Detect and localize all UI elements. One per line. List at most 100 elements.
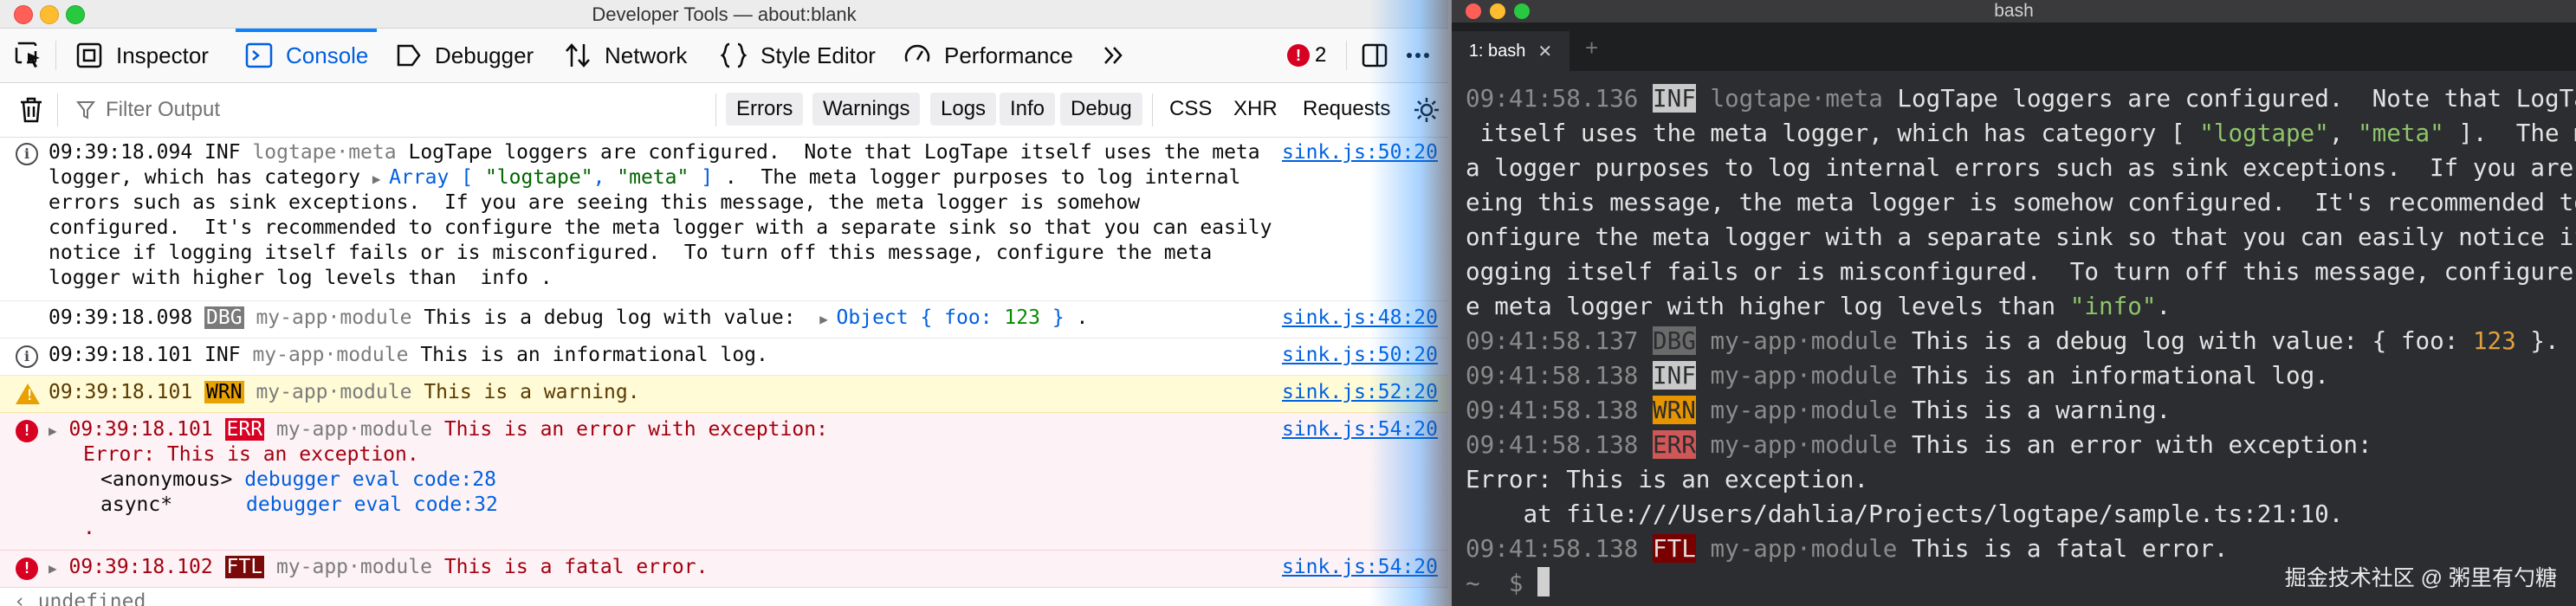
tab-label: Network [605, 42, 688, 68]
terminal-line: 09:41:58.138 INF my-app·module This is a… [1466, 361, 2329, 390]
error-icon: ! [1287, 44, 1310, 67]
stack-end: . [83, 517, 95, 539]
console-message-info: i 09:39:18.094 INF logtape·meta LogTape … [0, 138, 1448, 301]
terminal-tabbar: 1: bash ✕ + [1452, 23, 2576, 71]
watermark: 掘金技术社区 @ 粥里有勺糖 [2284, 566, 2557, 590]
log-text: This is an error with exception: [443, 418, 828, 441]
log-category: my-app·module [256, 306, 412, 329]
log-line: 09:39:18.098 DBG my-app·module This is a… [49, 306, 1089, 329]
warning-icon: ! [16, 384, 40, 404]
devtools-window: Developer Tools — about:blank Inspector … [0, 0, 1448, 606]
pick-element-icon[interactable] [14, 41, 43, 70]
filter-warnings-button[interactable]: Warnings [812, 93, 921, 126]
log-level: INF [204, 344, 241, 366]
terminal-output: 09:41:58.136 INF logtape·meta LogTape lo… [1466, 81, 2576, 601]
error-icon: ! [16, 420, 38, 442]
console-message-error: ! ▶ 09:39:18.101 ERR my-app·module This … [0, 413, 1448, 551]
info-icon: i [16, 345, 38, 368]
log-level-badge: FTL [224, 556, 265, 578]
log-line: ▶ 09:39:18.102 FTL my-app·module This is… [49, 556, 708, 578]
devtools-toolbar: Inspector Console Debugger Network Style… [0, 29, 1448, 83]
log-category: my-app·module [256, 381, 412, 403]
result-value: undefined [37, 590, 146, 606]
log-line: 09:39:18.094 INF logtape·meta LogTape lo… [49, 141, 1260, 164]
stack-frame: async* debugger eval code:32 [100, 493, 498, 516]
log-text: This is a warning. [424, 381, 640, 403]
filter-logs-button[interactable]: Logs [930, 93, 997, 126]
expand-stack-toggle[interactable]: ▶ [49, 560, 57, 577]
filter-output-input[interactable]: Filter Output [75, 92, 709, 128]
new-tab-icon[interactable]: + [1585, 35, 1598, 61]
log-text: LogTape loggers are configured. Note tha… [408, 141, 1260, 164]
log-timestamp: 09:39:18.094 [49, 141, 193, 164]
console-filter-bar: Filter Output Errors Warnings Logs Info … [0, 83, 1448, 138]
error-icon: ! [16, 558, 38, 580]
terminal-line: eing this message, the meta logger is so… [1466, 188, 2576, 216]
terminal-line: 09:41:58.138 WRN my-app·module This is a… [1466, 396, 2171, 424]
info-icon: i [16, 143, 38, 165]
stack-location-link[interactable]: debugger eval code:28 [244, 468, 496, 491]
tab-debugger[interactable]: Debugger [393, 29, 534, 82]
filter-placeholder: Filter Output [106, 98, 221, 121]
pane-divider[interactable] [1369, 0, 1453, 606]
log-category: my-app·module [252, 344, 409, 366]
error-count: 2 [1315, 43, 1327, 67]
log-text: logger, which has category [49, 166, 372, 189]
terminal-line: at file:///Users/dahlia/Projects/logtape… [1466, 500, 2344, 528]
terminal-window: bash 1: bash ✕ + 09:41:58.136 INF logtap… [1452, 0, 2576, 606]
tab-console[interactable]: Console [235, 29, 378, 82]
tab-inspector[interactable]: Inspector [74, 29, 209, 82]
terminal-line: e meta logger with higher log levels tha… [1466, 292, 2171, 320]
log-category: my-app·module [275, 556, 432, 578]
filter-xhr-toggle[interactable]: XHR [1233, 93, 1278, 126]
terminal-line: ogging itself fails or is misconfigured.… [1466, 257, 2576, 286]
devtools-titlebar: Developer Tools — about:blank [0, 0, 1448, 29]
log-timestamp: 09:39:18.102 [68, 556, 213, 578]
tab-label: Style Editor [761, 42, 876, 68]
log-line: logger with higher log levels than info … [49, 267, 553, 289]
close-tab-icon[interactable]: ✕ [1537, 41, 1552, 62]
tab-label: Performance [944, 42, 1073, 68]
log-timestamp: 09:39:18.098 [49, 306, 193, 329]
expand-array-toggle[interactable]: ▶ Array [ "logtape", "meta" ] [372, 166, 713, 189]
tab-label: Console [286, 42, 369, 68]
tab-network[interactable]: Network [563, 29, 687, 82]
tab-performance[interactable]: Performance [903, 29, 1073, 82]
expand-stack-toggle[interactable]: ▶ [49, 422, 57, 439]
console-message-fatal: ! ▶ 09:39:18.102 FTL my-app·module This … [0, 551, 1448, 588]
overflow-chevron-icon[interactable] [1098, 41, 1128, 70]
terminal-cursor [1537, 567, 1550, 596]
log-timestamp: 09:39:18.101 [49, 344, 193, 366]
log-line: 09:39:18.101 INF my-app·module This is a… [49, 344, 768, 366]
filter-css-toggle[interactable]: CSS [1169, 93, 1212, 126]
tab-style-editor[interactable]: Style Editor [719, 29, 876, 82]
stack-location-link[interactable]: debugger eval code:32 [246, 493, 498, 516]
tab-label: Inspector [116, 42, 209, 68]
exception-message: Error: This is an exception. [83, 443, 419, 466]
terminal-tab-label: 1: bash [1468, 41, 1526, 61]
inspector-icon [74, 41, 104, 70]
tab-label: Debugger [435, 42, 534, 68]
terminal-tab[interactable]: 1: bash ✕ [1452, 31, 1570, 71]
log-category: my-app·module [275, 418, 432, 441]
filter-errors-button[interactable]: Errors [726, 93, 804, 126]
network-icon [563, 41, 592, 70]
log-level-badge: WRN [204, 381, 244, 403]
filter-debug-button[interactable]: Debug [1060, 93, 1142, 126]
trash-icon[interactable] [17, 95, 45, 125]
log-line: ▶ 09:39:18.101 ERR my-app·module This is… [49, 418, 828, 441]
filter-info-button[interactable]: Info [1000, 93, 1056, 126]
error-count-badge[interactable]: ! 2 [1287, 29, 1326, 82]
terminal-titlebar: bash [1452, 0, 2576, 23]
log-level-badge: ERR [224, 418, 265, 441]
log-level-badge: DBG [204, 306, 244, 329]
console-icon [244, 41, 274, 70]
style-editor-icon [719, 41, 748, 70]
expand-object-toggle[interactable]: ▶ Object { foo: 123 } [819, 306, 1064, 329]
terminal-line: 09:41:58.138 ERR my-app·module This is a… [1466, 430, 2372, 459]
log-text: This is an informational log. [420, 344, 768, 366]
log-line: 09:39:18.101 WRN my-app·module This is a… [49, 381, 640, 403]
log-timestamp: 09:39:18.101 [49, 381, 193, 403]
terminal-title: bash [1994, 1, 2034, 21]
log-text: This is a fatal error. [443, 556, 709, 578]
